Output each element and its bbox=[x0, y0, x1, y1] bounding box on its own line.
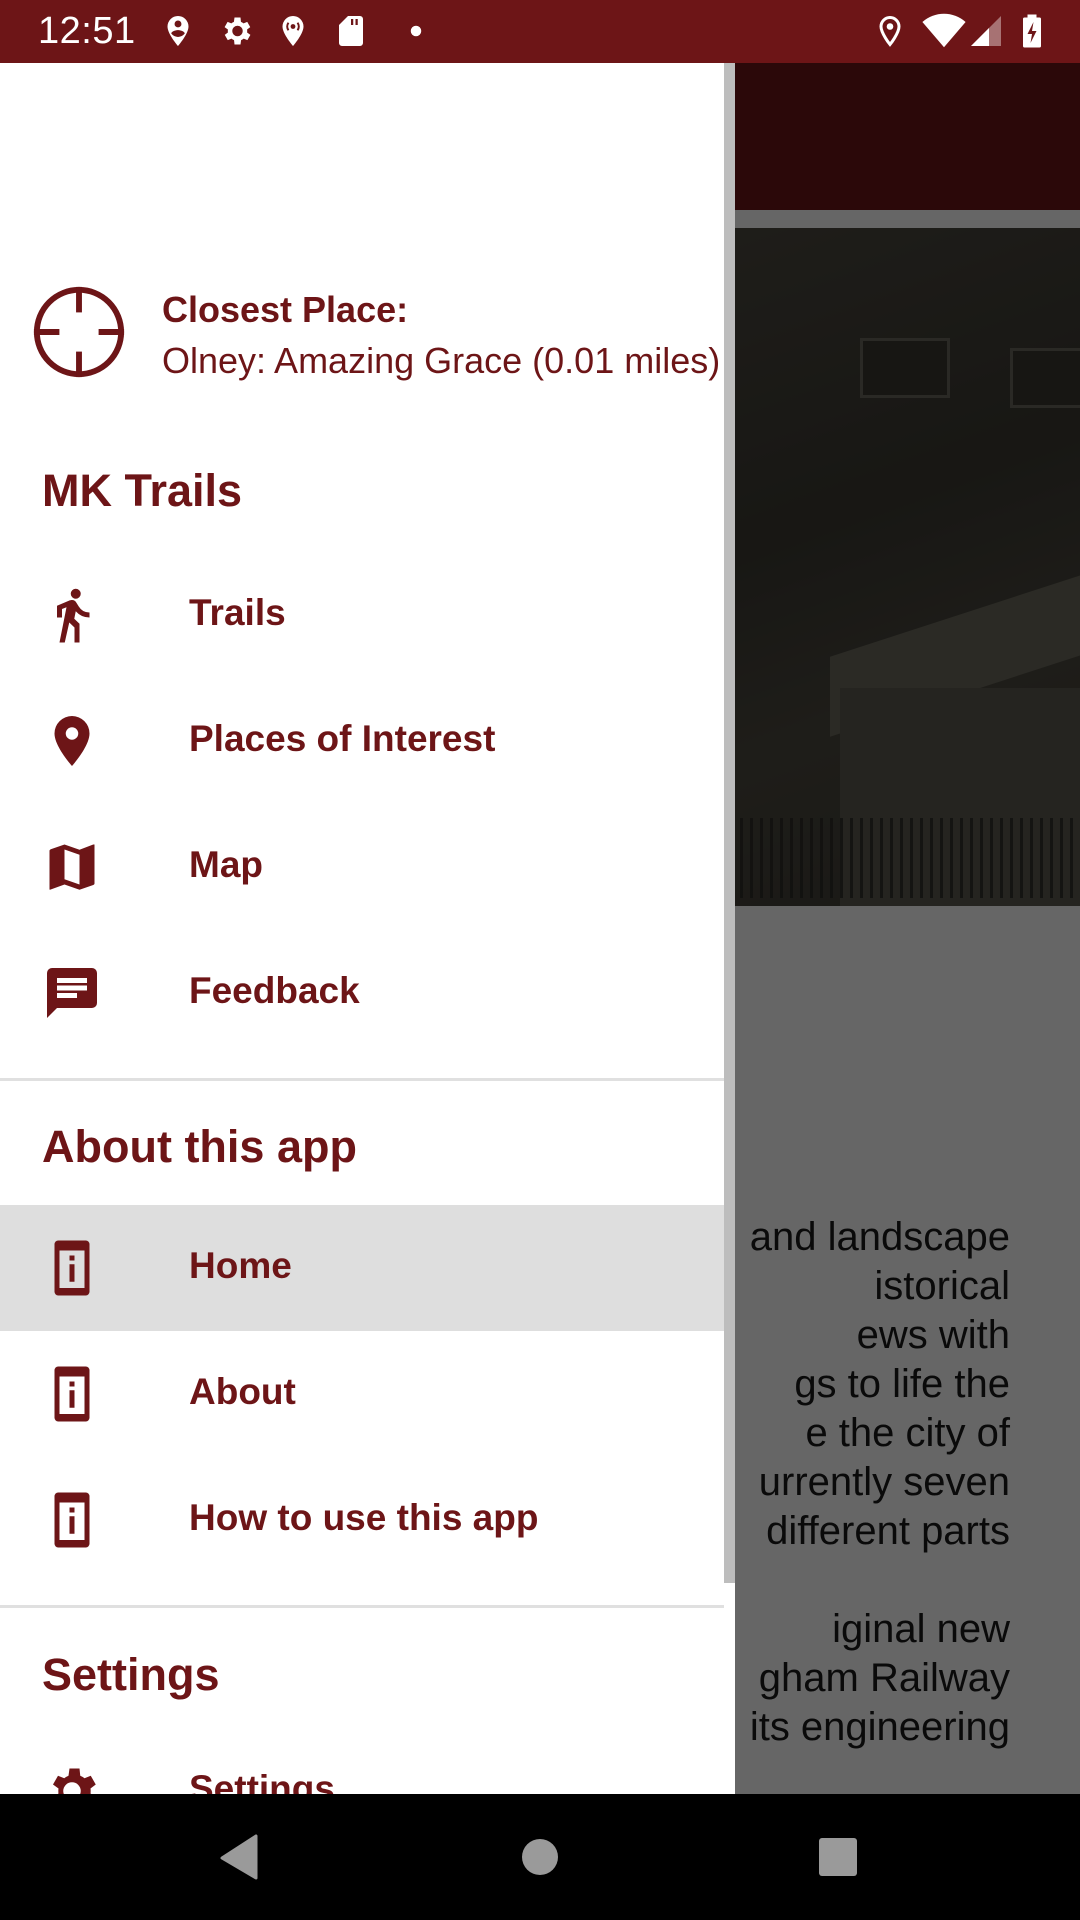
system-nav-bar bbox=[0, 1794, 1080, 1920]
nav-item-label: Home bbox=[189, 1245, 292, 1286]
nav-item-feedback[interactable]: Feedback bbox=[0, 930, 724, 1056]
nav-item-about[interactable]: About bbox=[0, 1331, 724, 1457]
wifi-icon bbox=[920, 13, 968, 49]
nav-item-map[interactable]: Map bbox=[0, 804, 724, 930]
battery-charging-icon bbox=[1014, 13, 1050, 49]
section-divider bbox=[0, 1078, 724, 1081]
settings-icon bbox=[218, 13, 254, 49]
nav-item-label: Trails bbox=[189, 592, 286, 633]
walk-icon bbox=[42, 585, 102, 645]
back-icon bbox=[220, 1834, 258, 1880]
section-header-settings: Settings bbox=[42, 1649, 220, 1700]
nav-item-label: How to use this app bbox=[189, 1497, 539, 1538]
back-button[interactable] bbox=[173, 1794, 303, 1920]
sd-card-icon bbox=[333, 13, 369, 49]
recents-button[interactable] bbox=[773, 1794, 903, 1920]
section-divider bbox=[0, 1605, 724, 1608]
crosshair-icon bbox=[30, 283, 128, 381]
feedback-icon bbox=[42, 963, 102, 1023]
location-person-icon bbox=[160, 13, 196, 49]
section-header-mk-trails: MK Trails bbox=[42, 465, 243, 516]
recents-icon bbox=[819, 1838, 857, 1876]
info-icon bbox=[42, 1238, 102, 1298]
home-icon bbox=[522, 1839, 558, 1875]
closest-place[interactable]: Closest Place: Olney: Amazing Grace (0.0… bbox=[0, 283, 735, 403]
location-icon bbox=[872, 13, 908, 49]
navigation-drawer: Closest Place: Olney: Amazing Grace (0.0… bbox=[0, 63, 735, 1794]
dot-icon bbox=[398, 13, 434, 49]
status-time: 12:51 bbox=[38, 10, 136, 52]
info-icon bbox=[42, 1364, 102, 1424]
nav-item-places-of-interest[interactable]: Places of Interest bbox=[0, 678, 724, 804]
location-broadcast-icon bbox=[275, 13, 311, 49]
nav-item-home[interactable]: Home bbox=[0, 1205, 724, 1331]
section-header-about: About this app bbox=[42, 1121, 357, 1172]
nav-item-label: About bbox=[189, 1371, 296, 1412]
nav-item-label: Map bbox=[189, 844, 263, 885]
place-icon bbox=[42, 711, 102, 771]
nav-item-trails[interactable]: Trails bbox=[0, 552, 724, 678]
map-icon bbox=[42, 837, 102, 897]
closest-place-title: Closest Place: bbox=[162, 289, 409, 330]
nav-item-label: Feedback bbox=[189, 970, 360, 1011]
info-icon bbox=[42, 1490, 102, 1550]
nav-item-settings[interactable]: Settings bbox=[0, 1728, 724, 1794]
signal-icon bbox=[968, 13, 1004, 49]
home-button[interactable] bbox=[475, 1794, 605, 1920]
status-bar: 12:51 bbox=[0, 0, 1080, 63]
nav-item-how-to-use[interactable]: How to use this app bbox=[0, 1457, 724, 1583]
nav-item-label: Settings bbox=[189, 1768, 335, 1794]
settings-icon bbox=[42, 1761, 102, 1794]
closest-place-value: Olney: Amazing Grace (0.01 miles) bbox=[162, 340, 721, 381]
nav-item-label: Places of Interest bbox=[189, 718, 496, 759]
